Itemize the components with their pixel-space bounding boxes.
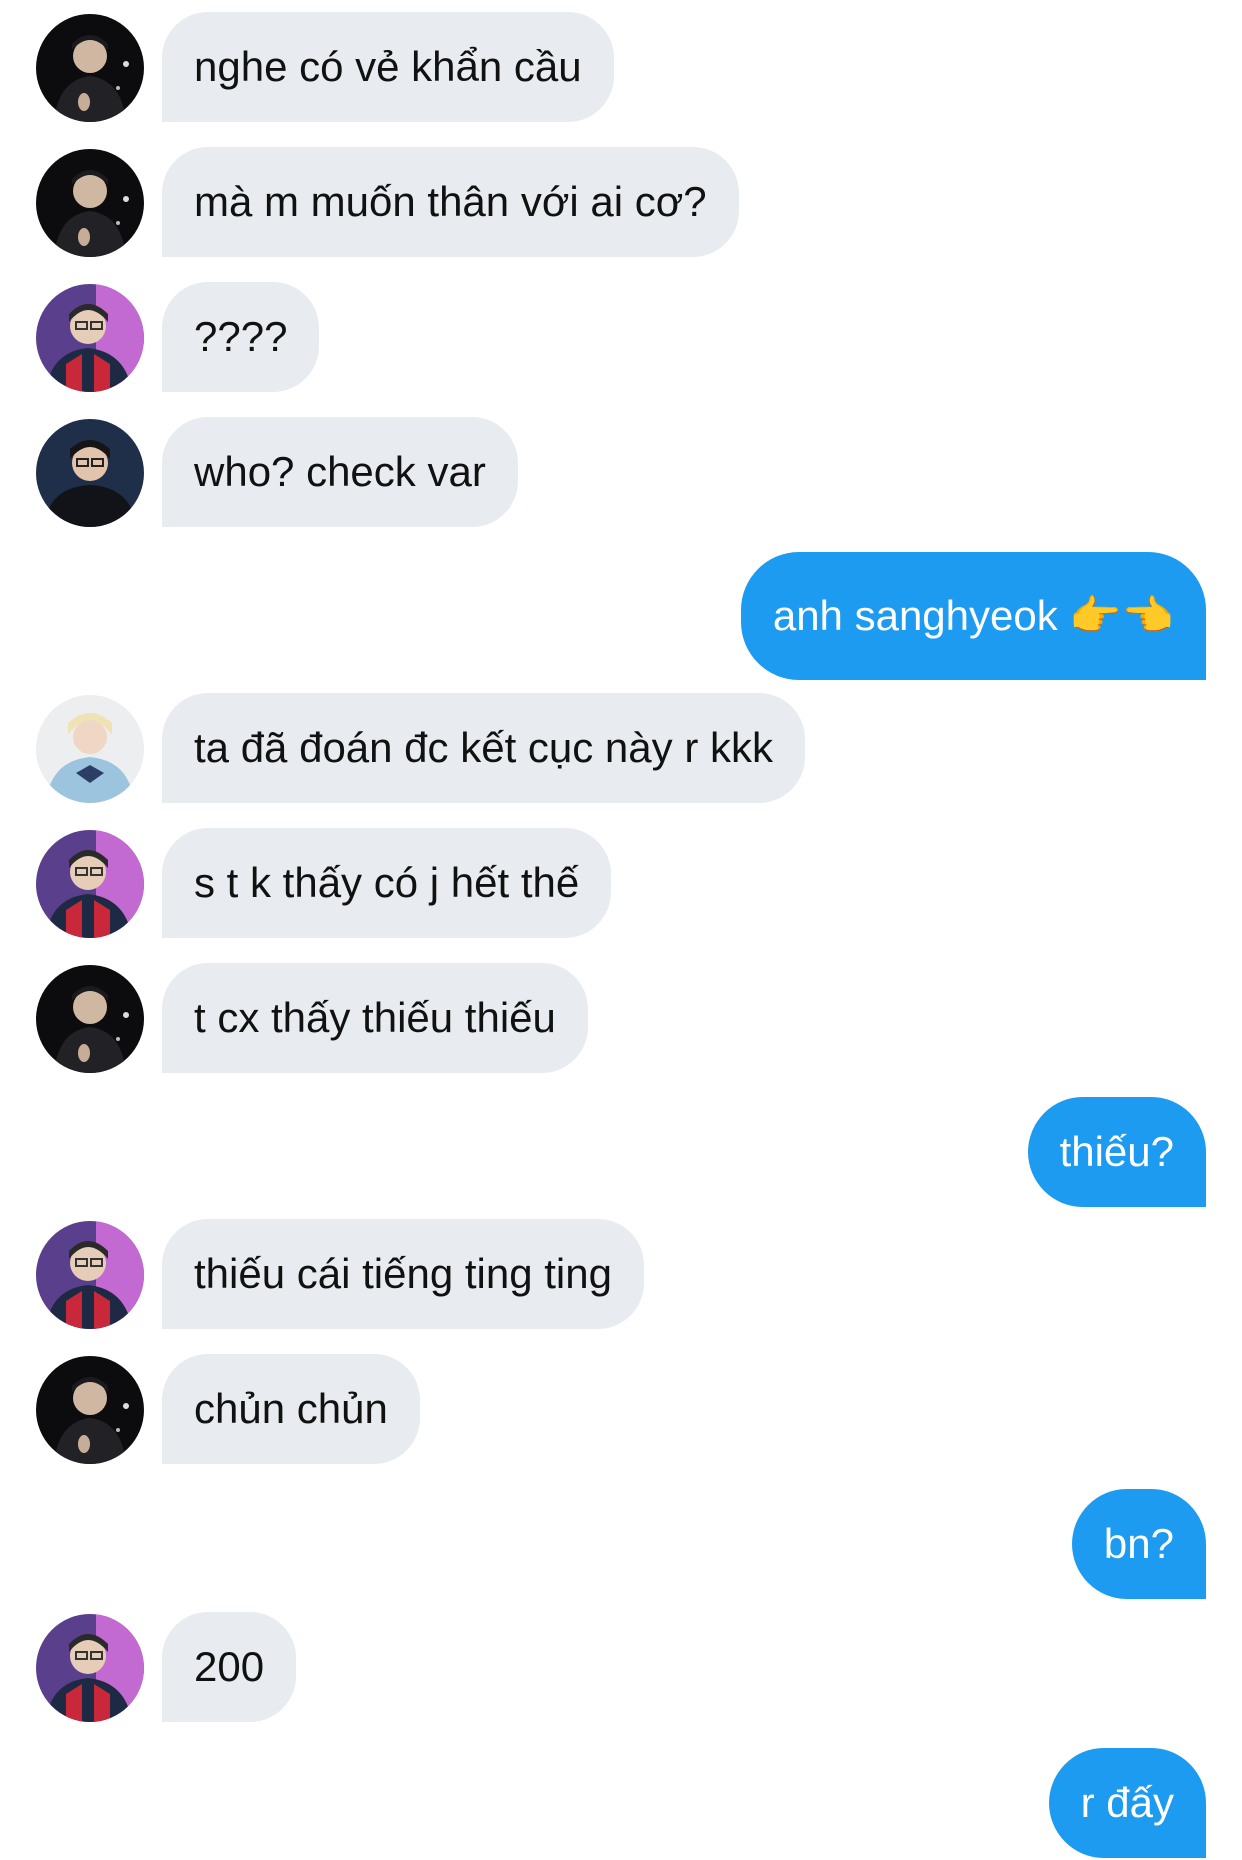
message-row: nghe có vẻ khẩn cầu xyxy=(0,12,1242,122)
message-bubble[interactable]: who? check var xyxy=(162,417,518,527)
message-bubble[interactable]: ???? xyxy=(162,282,320,392)
message-row: ta đã đoán đc kết cục này r kkk xyxy=(0,693,1242,803)
message-thread: nghe có vẻ khẩn cầu mà m muốn thân với a… xyxy=(0,0,1242,1860)
avatar[interactable] xyxy=(36,284,144,392)
message-bubble[interactable]: mà m muốn thân với ai cơ? xyxy=(162,147,739,257)
message-bubble[interactable]: t cx thấy thiếu thiếu xyxy=(162,963,588,1073)
message-row: t cx thấy thiếu thiếu xyxy=(0,963,1242,1073)
avatar[interactable] xyxy=(36,965,144,1073)
avatar[interactable] xyxy=(36,695,144,803)
message-bubble[interactable]: anh sanghyeok 👉👈 xyxy=(740,552,1206,680)
message-row: ???? xyxy=(0,282,1242,392)
message-bubble[interactable]: thiếu cái tiếng ting ting xyxy=(162,1219,644,1329)
message-row: who? check var xyxy=(0,417,1242,527)
message-row: bn? xyxy=(0,1489,1242,1599)
message-bubble[interactable]: r đấy xyxy=(1048,1748,1206,1858)
message-row: thiếu cái tiếng ting ting xyxy=(0,1219,1242,1329)
avatar[interactable] xyxy=(36,830,144,938)
avatar[interactable] xyxy=(36,1614,144,1722)
avatar[interactable] xyxy=(36,149,144,257)
message-row: thiếu? xyxy=(0,1097,1242,1207)
message-row: chủn chủn xyxy=(0,1354,1242,1464)
avatar[interactable] xyxy=(36,1221,144,1329)
avatar[interactable] xyxy=(36,1356,144,1464)
message-row: r đấy xyxy=(0,1748,1242,1858)
avatar[interactable] xyxy=(36,419,144,527)
message-row: mà m muốn thân với ai cơ? xyxy=(0,147,1242,257)
message-bubble[interactable]: chủn chủn xyxy=(162,1354,420,1464)
message-bubble[interactable]: ta đã đoán đc kết cục này r kkk xyxy=(162,693,805,803)
message-bubble[interactable]: 200 xyxy=(162,1612,297,1722)
avatar[interactable] xyxy=(36,14,144,122)
message-row: 200 xyxy=(0,1612,1242,1722)
message-bubble[interactable]: nghe có vẻ khẩn cầu xyxy=(162,12,614,122)
message-bubble[interactable]: bn? xyxy=(1071,1489,1206,1599)
message-row: anh sanghyeok 👉👈 xyxy=(0,552,1242,680)
message-bubble[interactable]: s t k thấy có j hết thế xyxy=(162,828,612,938)
message-bubble[interactable]: thiếu? xyxy=(1027,1097,1206,1207)
message-row: s t k thấy có j hết thế xyxy=(0,828,1242,938)
